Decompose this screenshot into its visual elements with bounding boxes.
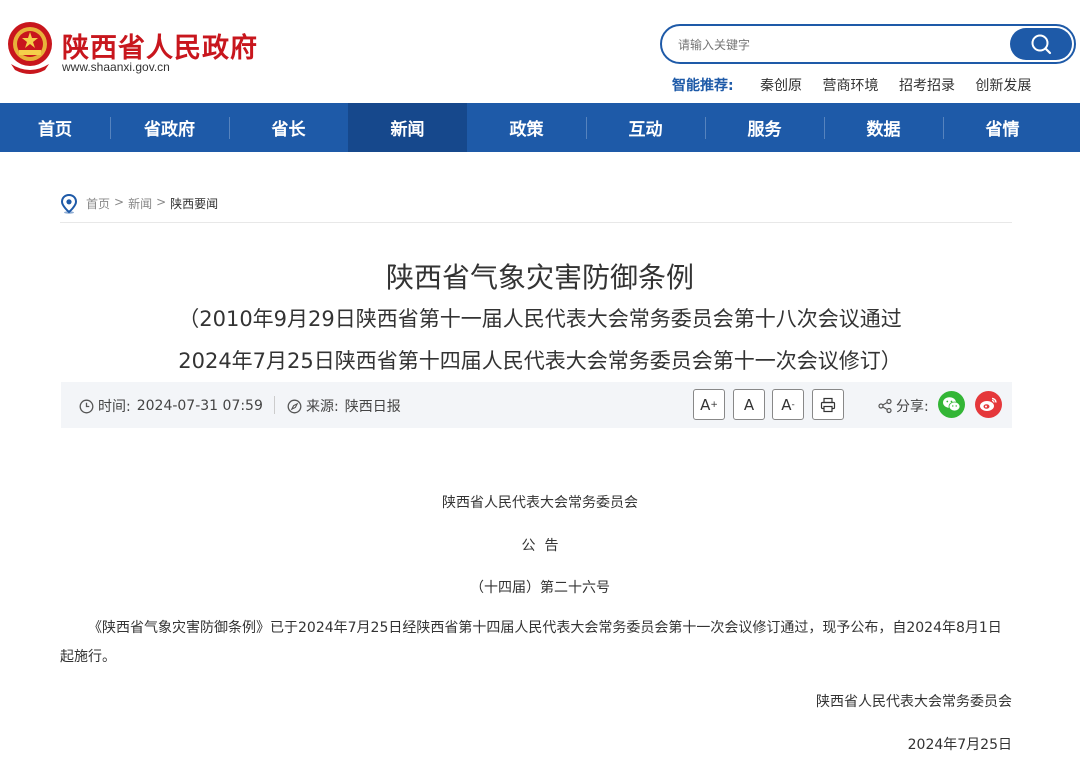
notice-heading: 公 告 [521, 538, 559, 554]
recommend-link[interactable]: 秦创原 [760, 78, 802, 94]
source-value: 陕西日报 [344, 399, 401, 415]
recommend-link[interactable]: 创新发展 [975, 78, 1031, 94]
signature: 陕西省人民代表大会常务委员会 [816, 694, 1012, 710]
article-title: 陕西省气象灾害防御条例 [385, 261, 694, 294]
share-icon [878, 398, 892, 414]
recommend-link[interactable]: 营商环境 [823, 78, 879, 94]
nav-item-home[interactable]: 首页 [0, 103, 110, 152]
nav-item-province-info[interactable]: 省情 [943, 103, 1062, 152]
search-input[interactable] [678, 34, 998, 56]
time-value: 2024-07-31 07:59 [136, 398, 263, 414]
smart-recommend: 智能推荐: 秦创原 营商环境 招考招录 创新发展 [672, 75, 1047, 95]
article-subtitle-line1: （2010年9月29日陕西省第十一届人民代表大会常务委员会第十八次会议通过 [178, 307, 902, 331]
source-label: 来源: [306, 399, 339, 415]
site-header: 陕西省人民政府 www.shaanxi.gov.cn 智能推荐: 秦创原 营商环… [0, 0, 1080, 103]
article-info-bar: 时间: 2024-07-31 07:59 来源: 陕西日报 A + A A- 分… [61, 382, 1012, 428]
weibo-share-button[interactable] [975, 391, 1002, 418]
print-button[interactable] [812, 389, 844, 420]
wechat-icon [943, 397, 961, 412]
nav-item-policy[interactable]: 政策 [467, 103, 586, 152]
plus-icon: + [710, 399, 718, 410]
weibo-icon [980, 397, 997, 411]
compass-icon [287, 399, 302, 413]
font-decrease-label: A [781, 395, 792, 414]
font-reset-label: A [743, 395, 755, 414]
site-url[interactable]: www.shaanxi.gov.cn [62, 60, 170, 74]
search-icon [1031, 34, 1052, 55]
breadcrumb-home[interactable]: 首页 [86, 195, 110, 212]
breadcrumb-separator: > [114, 195, 125, 209]
national-emblem-icon[interactable] [5, 20, 55, 74]
publish-time: 时间: 2024-07-31 07:59 [79, 396, 263, 416]
font-increase-label: A [700, 395, 711, 414]
recommend-label: 智能推荐: [672, 78, 734, 94]
issuer-heading: 陕西省人民代表大会常务委员会 [442, 495, 638, 511]
nav-item-governor[interactable]: 省长 [229, 103, 348, 152]
breadcrumb-separator: > [156, 195, 167, 209]
wechat-share-button[interactable] [938, 391, 965, 418]
notice-number: （十四届）第二十六号 [470, 580, 610, 596]
nav-item-services[interactable]: 服务 [705, 103, 824, 152]
nav-item-government[interactable]: 省政府 [110, 103, 229, 152]
breadcrumb-news[interactable]: 新闻 [128, 195, 152, 212]
font-decrease-button[interactable]: A- [772, 389, 804, 420]
recommend-link[interactable]: 招考招录 [899, 78, 955, 94]
minus-icon: - [791, 399, 795, 410]
breadcrumb-current[interactable]: 陕西要闻 [170, 195, 218, 212]
nav-item-interaction[interactable]: 互动 [586, 103, 705, 152]
search-button[interactable] [1010, 28, 1072, 60]
printer-icon [820, 397, 836, 412]
nav-item-data[interactable]: 数据 [824, 103, 943, 152]
article-subtitle-line2: 2024年7月25日陕西省第十四届人民代表大会常务委员会第十一次会议修订） [178, 349, 902, 373]
notice-date: 2024年7月25日 [907, 737, 1012, 753]
clock-icon [79, 399, 94, 413]
info-divider [274, 396, 275, 414]
share-label: 分享: [896, 399, 929, 415]
font-increase-button[interactable]: A + [693, 389, 725, 420]
font-reset-button[interactable]: A [733, 389, 765, 420]
location-pin-icon [60, 194, 78, 214]
notice-paragraph: 《陕西省气象灾害防御条例》已于2024年7月25日经陕西省第十四届人民代表大会常… [60, 620, 1002, 665]
main-nav: 首页 省政府 省长 新闻 政策 互动 服务 数据 省情 [0, 103, 1080, 152]
time-label: 时间: [98, 399, 131, 415]
breadcrumb: 首页 > 新闻 > 陕西要闻 [60, 194, 1012, 223]
article-source: 来源: 陕西日报 [287, 396, 401, 416]
share-section: 分享: [877, 396, 929, 416]
nav-item-news[interactable]: 新闻 [348, 103, 467, 152]
search-box [660, 24, 1076, 64]
